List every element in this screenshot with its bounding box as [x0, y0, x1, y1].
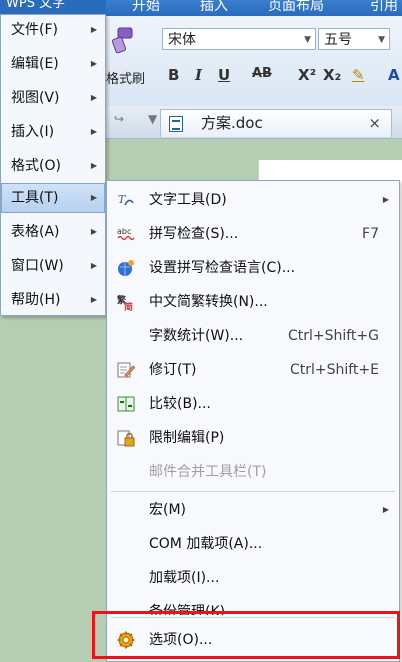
chevron-right-icon: ▶	[90, 295, 97, 304]
spellcheck-icon: abc	[117, 227, 135, 241]
menu-item-format[interactable]: 格式(O) ▶	[1, 151, 105, 181]
tools-submenu: T 文字工具(D) ▶ abc 拼写检查(S)... F7 设置拼写检查语言(C…	[106, 180, 400, 662]
menu-item-table[interactable]: 表格(A) ▶	[1, 217, 105, 247]
chevron-right-icon: ▶	[90, 193, 97, 202]
menu-item-label: 视图(V)	[11, 90, 60, 106]
svg-text:简: 简	[124, 301, 133, 311]
svg-text:abc: abc	[117, 227, 131, 236]
submenu-item-label: 宏(M)	[149, 502, 187, 518]
font-name-value: 宋体	[168, 32, 196, 48]
menu-item-edit[interactable]: 编辑(E) ▶	[1, 49, 105, 79]
menu-item-label: 窗口(W)	[11, 258, 64, 274]
superscript-button[interactable]: X²	[298, 66, 316, 84]
submenu-item-label: 中文简繁转换(N)...	[149, 294, 268, 310]
chevron-down-icon: ▼	[378, 35, 385, 45]
submenu-item-label: 加载项(I)...	[149, 570, 220, 586]
chevron-right-icon: ▶	[90, 127, 97, 136]
submenu-item-spellcheck[interactable]: abc 拼写检查(S)... F7	[107, 217, 399, 251]
highlight-color-button[interactable]: ✎	[352, 66, 365, 84]
close-icon[interactable]: ×	[368, 110, 381, 136]
subscript-button[interactable]: X₂	[323, 66, 341, 84]
tab-insert[interactable]: 插入	[200, 0, 228, 16]
font-size-value: 五号	[324, 32, 352, 48]
redo-icon[interactable]: ↪	[114, 112, 124, 126]
chinese-convert-icon: 繁 简	[117, 294, 133, 311]
tab-home[interactable]: 开始	[132, 0, 160, 16]
submenu-item-restrict-editing[interactable]: 限制编辑(P)	[107, 421, 399, 455]
submenu-item-com-addins[interactable]: COM 加载项(A)...	[107, 527, 399, 561]
main-menu: 文件(F) ▶ 编辑(E) ▶ 视图(V) ▶ 插入(I) ▶ 格式(O) ▶ 工具(T)…	[0, 14, 106, 316]
submenu-item-label: COM 加载项(A)...	[149, 536, 263, 552]
menu-item-label: 工具(T)	[11, 190, 59, 206]
submenu-item-shortcut: F7	[362, 226, 379, 242]
menu-item-window[interactable]: 窗口(W) ▶	[1, 251, 105, 281]
menu-item-file[interactable]: 文件(F) ▶	[1, 15, 105, 45]
submenu-item-text-tools[interactable]: T 文字工具(D) ▶	[107, 183, 399, 217]
submenu-item-label: 邮件合并工具栏(T)	[149, 464, 267, 480]
submenu-item-label: 修订(T)	[149, 362, 197, 378]
chevron-right-icon: ▶	[382, 505, 389, 514]
submenu-item-spell-language[interactable]: 设置拼写检查语言(C)...	[107, 251, 399, 285]
menu-item-label: 帮助(H)	[11, 292, 61, 308]
menu-item-label: 格式(O)	[11, 158, 61, 174]
submenu-item-revision[interactable]: 修订(T) Ctrl+Shift+E	[107, 353, 399, 387]
submenu-item-label: 文字工具(D)	[149, 192, 227, 208]
annotation-highlight-box	[92, 611, 400, 659]
word-doc-icon	[169, 116, 183, 132]
menu-item-label: 表格(A)	[11, 224, 60, 240]
tab-page-layout[interactable]: 页面布局	[268, 0, 324, 16]
submenu-item-shortcut: Ctrl+Shift+E	[289, 362, 379, 378]
revision-icon	[117, 362, 135, 378]
menu-item-help[interactable]: 帮助(H) ▶	[1, 285, 105, 315]
chevron-right-icon: ▶	[90, 161, 97, 170]
chevron-down-icon: ▼	[304, 35, 311, 45]
menu-item-label: 文件(F)	[11, 22, 58, 38]
chevron-right-icon: ▶	[90, 25, 97, 34]
bold-button[interactable]: B	[168, 66, 179, 84]
app-title: WPS 文字	[0, 0, 106, 14]
menu-item-label: 编辑(E)	[11, 56, 59, 72]
italic-button[interactable]: I	[195, 66, 202, 84]
menu-item-tools[interactable]: 工具(T) ▶	[1, 183, 105, 213]
submenu-item-label: 拼写检查(S)...	[149, 226, 239, 242]
submenu-item-shortcut: Ctrl+Shift+G	[287, 328, 379, 344]
lock-icon	[117, 430, 135, 447]
strikethrough-button[interactable]: AB	[252, 66, 272, 81]
submenu-item-label: 设置拼写检查语言(C)...	[149, 260, 296, 276]
submenu-item-compare[interactable]: 比较(B)...	[107, 387, 399, 421]
document-tab-name: 方案.doc	[201, 114, 263, 132]
submenu-item-chinese-convert[interactable]: 繁 简 中文简繁转换(N)...	[107, 285, 399, 319]
document-tab[interactable]: 方案.doc ×	[160, 109, 392, 137]
format-painter-icon[interactable]	[110, 26, 136, 56]
submenu-item-macro[interactable]: 宏(M) ▶	[107, 493, 399, 527]
submenu-item-mail-merge-toolbar: 邮件合并工具栏(T)	[107, 455, 399, 489]
tab-references[interactable]: 引用	[370, 0, 398, 16]
submenu-item-word-count[interactable]: 字数统计(W)... Ctrl+Shift+G	[107, 319, 399, 353]
chevron-right-icon: ▶	[382, 195, 389, 204]
font-color-button[interactable]: A	[388, 66, 400, 84]
menu-item-view[interactable]: 视图(V) ▶	[1, 83, 105, 113]
spell-language-icon	[118, 260, 134, 276]
underline-button[interactable]: U	[218, 66, 230, 84]
format-painter-label[interactable]: 格式刷	[106, 68, 145, 87]
font-name-select[interactable]: 宋体 ▼	[162, 28, 316, 50]
submenu-item-label: 限制编辑(P)	[149, 430, 225, 446]
chevron-right-icon: ▶	[90, 227, 97, 236]
chevron-right-icon: ▶	[90, 59, 97, 68]
menu-item-label: 插入(I)	[11, 124, 55, 140]
submenu-item-label: 字数统计(W)...	[149, 328, 244, 344]
chevron-down-icon[interactable]: ▼	[148, 112, 157, 126]
menu-item-insert[interactable]: 插入(I) ▶	[1, 117, 105, 147]
menu-separator	[111, 491, 395, 492]
font-size-select[interactable]: 五号 ▼	[318, 28, 390, 50]
text-tool-icon: T	[118, 193, 134, 206]
compare-icon	[117, 396, 135, 412]
submenu-item-addins[interactable]: 加载项(I)...	[107, 561, 399, 595]
submenu-item-label: 比较(B)...	[149, 396, 211, 412]
chevron-right-icon: ▶	[90, 93, 97, 102]
chevron-right-icon: ▶	[90, 261, 97, 270]
